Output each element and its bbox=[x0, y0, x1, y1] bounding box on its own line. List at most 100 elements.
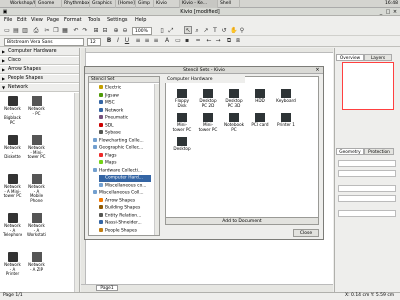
hardware-shape[interactable]: Keyboard bbox=[275, 89, 297, 111]
hardware-shape[interactable]: Floppy Disk bbox=[171, 89, 193, 111]
align-center-icon[interactable]: ≡ bbox=[143, 37, 151, 45]
tree-item[interactable]: Jigsaw bbox=[99, 92, 151, 100]
new-icon[interactable]: ▭ bbox=[3, 26, 11, 34]
menu-view[interactable]: View bbox=[31, 16, 43, 25]
taskbar-task[interactable]: Gimp bbox=[136, 0, 154, 8]
stencil-shape[interactable]: Network - A Printer bbox=[3, 252, 22, 290]
bring-front-icon[interactable]: ⧉ bbox=[225, 37, 233, 45]
geometry-x-field[interactable] bbox=[338, 160, 396, 167]
page-view-icon[interactable]: ▯ bbox=[158, 26, 166, 34]
geometry-y-field[interactable] bbox=[338, 170, 396, 177]
stencil-category[interactable]: ▶ Cisco bbox=[0, 57, 79, 65]
hardware-shape[interactable]: Desktop PC 3D bbox=[223, 89, 245, 111]
select-tool-icon[interactable]: ↖ bbox=[184, 26, 192, 34]
tree-item[interactable]: Sybase bbox=[99, 130, 151, 137]
stencil-shape[interactable]: Network - Bigblack PC bbox=[3, 96, 22, 134]
horizontal-scrollbar[interactable] bbox=[81, 284, 333, 292]
connector-tool-icon[interactable]: ↗ bbox=[202, 26, 210, 34]
tab-overview[interactable]: Overview bbox=[336, 54, 364, 61]
menu-settings[interactable]: Settings bbox=[107, 16, 128, 25]
hardware-shape[interactable]: Mini-tower PC bbox=[171, 113, 193, 135]
send-back-icon[interactable]: ⧈ bbox=[234, 37, 242, 45]
tab-geometry[interactable]: Geometry bbox=[336, 148, 364, 155]
stencil-category[interactable]: ▼ Network bbox=[0, 84, 79, 92]
zoom-tool-icon[interactable]: ⌕ bbox=[193, 26, 201, 34]
menu-edit[interactable]: Edit bbox=[17, 16, 27, 25]
add-to-document-button[interactable]: Add to Document bbox=[165, 217, 319, 225]
minimize-icon[interactable]: _ bbox=[378, 9, 384, 15]
taskbar-task[interactable]: Kivio - Ke... bbox=[180, 0, 218, 8]
text-color-icon[interactable]: A bbox=[163, 37, 171, 45]
font-family-select[interactable]: Bitstream Vera Sans bbox=[4, 38, 84, 46]
menu-page[interactable]: Page bbox=[47, 16, 59, 25]
fit-icon[interactable]: ⤢ bbox=[167, 26, 175, 34]
polyline-tool-icon[interactable]: ↺ bbox=[220, 26, 228, 34]
window-menu-icon[interactable]: ▣ bbox=[2, 9, 8, 15]
underline-icon[interactable]: U bbox=[123, 37, 131, 45]
hardware-shape[interactable]: Notebook PC bbox=[223, 113, 245, 135]
hardware-shape[interactable]: Desktop PC 2D bbox=[197, 89, 219, 111]
copy-icon[interactable]: ❐ bbox=[52, 26, 60, 34]
stencil-panel-scrollbar[interactable] bbox=[74, 93, 79, 292]
tree-item[interactable]: MSC bbox=[99, 100, 151, 107]
hardware-shape[interactable]: Printer 1 bbox=[275, 113, 297, 135]
paste-icon[interactable]: ▦ bbox=[61, 26, 69, 34]
page-tab[interactable]: Page1 bbox=[96, 285, 118, 291]
align-left-icon[interactable]: ≡ bbox=[134, 37, 142, 45]
print-icon[interactable]: ⎙ bbox=[32, 26, 40, 34]
tree-scrollbar[interactable] bbox=[154, 84, 159, 235]
menu-format[interactable]: Format bbox=[64, 16, 82, 25]
tab-layers[interactable]: Layers bbox=[364, 54, 392, 61]
tree-item[interactable]: Geographic Collec... bbox=[93, 145, 151, 152]
arrow-end-icon[interactable]: → bbox=[214, 37, 222, 45]
tree-item[interactable]: People Shapes bbox=[99, 227, 151, 235]
tree-item[interactable]: Pneumatic bbox=[99, 115, 151, 122]
geometry-height-field[interactable] bbox=[338, 195, 396, 202]
tree-item[interactable]: Flowcharting Colle... bbox=[93, 137, 151, 145]
hardware-shape[interactable]: HDD bbox=[249, 89, 271, 111]
tree-item[interactable]: Electric bbox=[99, 85, 151, 92]
stencil-shape[interactable]: Network - Diskette bbox=[3, 135, 22, 173]
tab-protection[interactable]: Protection bbox=[364, 148, 394, 155]
close-icon[interactable]: × bbox=[392, 9, 398, 15]
tree-item[interactable]: Building Shapes bbox=[99, 205, 151, 212]
zoom-out-icon[interactable]: ⊖ bbox=[121, 26, 129, 34]
close-button[interactable]: Close bbox=[293, 229, 319, 237]
tree-item[interactable]: Network bbox=[99, 107, 151, 115]
tree-item[interactable]: Miscellaneous Coll... bbox=[93, 190, 151, 197]
stencil-set-icon[interactable]: ⊟ bbox=[101, 26, 109, 34]
tree-item[interactable]: Maps bbox=[99, 160, 151, 167]
menu-file[interactable]: File bbox=[4, 16, 12, 25]
tree-item[interactable]: Arrow Shapes bbox=[99, 197, 151, 205]
tree-item[interactable]: SDL bbox=[99, 122, 151, 130]
taskbar-task[interactable]: Workshop/01 bbox=[8, 0, 36, 8]
tree-item[interactable]: Computer Hard... bbox=[99, 175, 151, 182]
taskbar-task[interactable]: Kivio bbox=[154, 0, 180, 8]
maximize-icon[interactable]: □ bbox=[385, 9, 391, 15]
hardware-shape[interactable]: Mini-tower PC bbox=[197, 113, 219, 135]
stencil-shape[interactable]: Network - A Telephone bbox=[3, 213, 22, 251]
pan-tool-icon[interactable]: ✋ bbox=[229, 26, 237, 34]
stencil-shape[interactable]: Network - Mini-tower PC bbox=[27, 135, 46, 173]
open-icon[interactable]: ▤ bbox=[12, 26, 20, 34]
geometry-rotation-field[interactable] bbox=[338, 210, 396, 217]
cut-icon[interactable]: ✂ bbox=[43, 26, 51, 34]
stencil-shape[interactable]: Network - A ZIP bbox=[27, 252, 46, 290]
stencil-shape[interactable]: Network - PC bbox=[27, 96, 46, 134]
fill-color-icon[interactable]: ▪ bbox=[183, 37, 191, 45]
stencil-category[interactable]: ▶ Arrow Shapes bbox=[0, 66, 79, 74]
save-icon[interactable]: ▥ bbox=[21, 26, 29, 34]
text-tool-icon[interactable]: T bbox=[211, 26, 219, 34]
taskbar-task[interactable]: Graphics bbox=[90, 0, 116, 8]
tree-item[interactable]: Nassi-Shneider... bbox=[99, 220, 151, 227]
dialog-close-icon[interactable]: × bbox=[313, 67, 322, 74]
overview-preview[interactable] bbox=[342, 62, 394, 110]
hardware-shape[interactable]: Desktop bbox=[171, 137, 193, 159]
tree-item[interactable]: Miscellaneous co... bbox=[99, 182, 151, 190]
redo-icon[interactable]: ↷ bbox=[81, 26, 89, 34]
menu-tools[interactable]: Tools bbox=[88, 16, 100, 25]
stencil-category[interactable]: ▶ Computer Hardware bbox=[0, 48, 79, 56]
bold-icon[interactable]: B bbox=[105, 37, 113, 45]
tree-item[interactable]: Flags bbox=[99, 152, 151, 160]
taskbar-task[interactable]: Shell bbox=[218, 0, 240, 8]
